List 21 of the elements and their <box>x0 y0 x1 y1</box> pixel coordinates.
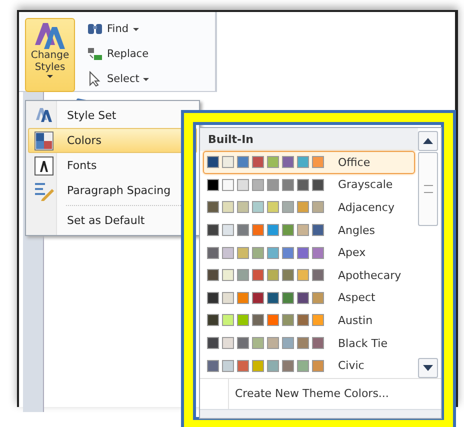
gallery-header: Built-In <box>200 128 418 151</box>
theme-item[interactable]: Angles <box>203 218 415 242</box>
theme-item[interactable]: Black Tie <box>203 332 415 354</box>
theme-item[interactable]: Adjacency <box>203 196 415 219</box>
find-button[interactable]: Find <box>85 18 152 40</box>
theme-item[interactable]: Apothecary <box>203 264 415 287</box>
select-button[interactable]: Select <box>85 68 152 90</box>
create-theme-colors-item[interactable]: Create New Theme Colors... <box>229 387 395 402</box>
menu-item[interactable]: Paragraph Spacing <box>28 178 197 203</box>
change-styles-button[interactable]: Change Styles <box>25 18 75 92</box>
theme-item[interactable]: Office <box>203 151 415 174</box>
menu-item[interactable]: Style Set <box>28 103 197 128</box>
theme-item[interactable]: Civic <box>203 354 415 377</box>
theme-item[interactable]: Apex <box>203 241 415 264</box>
menu-item[interactable]: Set as Default <box>28 208 197 233</box>
theme-item[interactable]: Austin <box>203 309 415 332</box>
theme-item[interactable]: Aspect <box>203 286 415 310</box>
menu-item[interactable]: Colors <box>28 128 197 153</box>
theme-item[interactable]: Grayscale <box>203 174 415 196</box>
menu-item[interactable]: Fonts <box>28 153 197 178</box>
replace-button[interactable]: Replace <box>85 43 152 65</box>
